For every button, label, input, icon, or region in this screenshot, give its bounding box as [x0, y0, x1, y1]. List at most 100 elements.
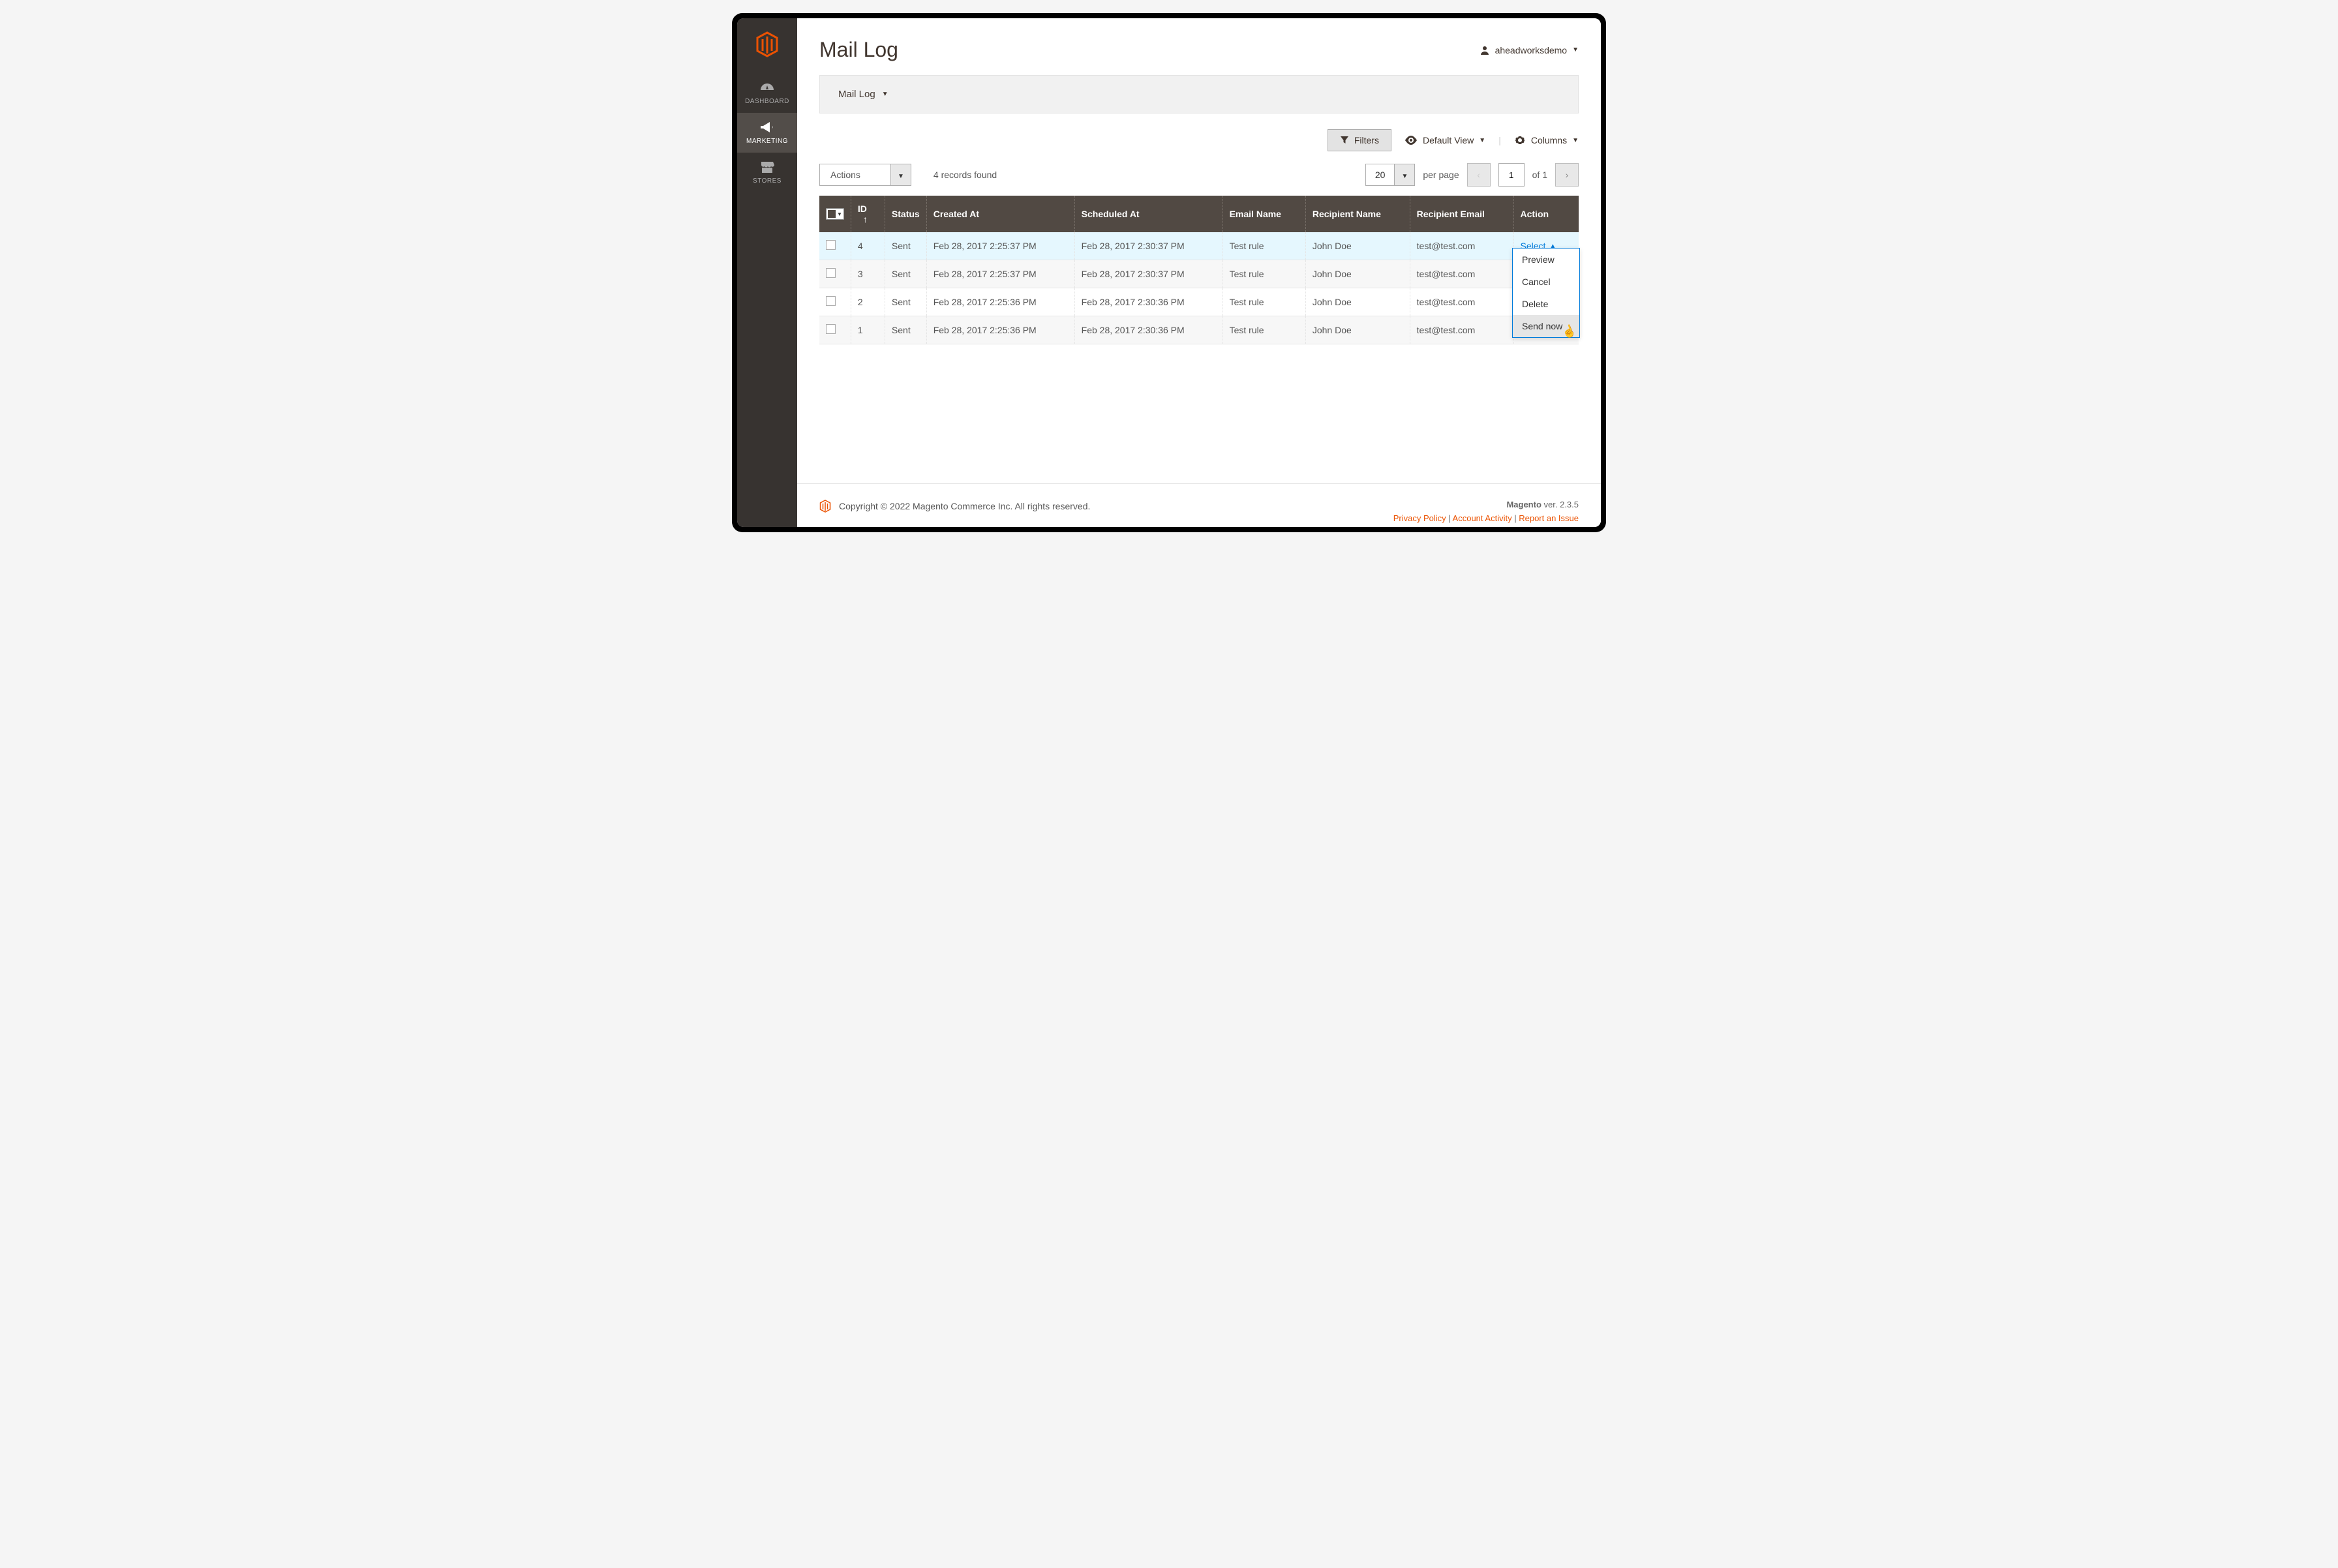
filters-button[interactable]: Filters — [1328, 129, 1391, 151]
prev-page-button[interactable]: ‹ — [1467, 163, 1491, 187]
cell-created-at: Feb 28, 2017 2:25:37 PM — [926, 232, 1074, 260]
cell-recipient-email: test@test.com — [1410, 232, 1513, 260]
sidebar-item-dashboard[interactable]: DASHBOARD — [737, 74, 797, 113]
table-row[interactable]: 1 Sent Feb 28, 2017 2:25:36 PM Feb 28, 2… — [819, 316, 1579, 344]
action-cancel[interactable]: Cancel — [1513, 271, 1579, 293]
sidebar-item-label: STORES — [753, 177, 782, 185]
caret-down-icon: ▼ — [1572, 46, 1579, 53]
footer: Copyright © 2022 Magento Commerce Inc. A… — [797, 483, 1601, 527]
page-input[interactable] — [1498, 163, 1525, 187]
caret-down-icon: ▼ — [1401, 173, 1408, 180]
mail-log-table: ▼ ID ↑ Status Created At Scheduled At Em… — [819, 196, 1579, 344]
report-issue-link[interactable]: Report an Issue — [1519, 513, 1579, 523]
page-title: Mail Log — [819, 38, 898, 62]
per-page-label: per page — [1423, 170, 1459, 180]
scope-bar: Mail Log ▼ — [819, 75, 1579, 113]
actions-toggle[interactable]: ▼ — [891, 164, 911, 186]
columns-button[interactable]: Columns ▼ — [1514, 130, 1579, 150]
row-checkbox[interactable] — [826, 240, 836, 250]
action-delete[interactable]: Delete — [1513, 293, 1579, 315]
action-preview[interactable]: Preview — [1513, 249, 1579, 271]
col-header-id[interactable]: ID ↑ — [851, 196, 885, 232]
columns-label: Columns — [1531, 135, 1567, 145]
row-checkbox[interactable] — [826, 324, 836, 334]
cell-email-name: Test rule — [1222, 232, 1305, 260]
funnel-icon — [1340, 136, 1349, 145]
cell-recipient-email: test@test.com — [1410, 316, 1513, 344]
col-header-recipient-name[interactable]: Recipient Name — [1305, 196, 1410, 232]
cell-id: 2 — [851, 288, 885, 316]
sidebar-item-label: DASHBOARD — [745, 98, 789, 105]
caret-down-icon: ▼ — [837, 211, 842, 217]
records-found: 4 records found — [934, 170, 997, 180]
footer-brand: Magento — [1506, 500, 1541, 509]
table-row[interactable]: 4 Sent Feb 28, 2017 2:25:37 PM Feb 28, 2… — [819, 232, 1579, 260]
cell-id: 3 — [851, 260, 885, 288]
col-header-email-name[interactable]: Email Name — [1222, 196, 1305, 232]
chevron-right-icon: › — [1566, 170, 1569, 180]
stores-icon — [737, 160, 797, 173]
cell-email-name: Test rule — [1222, 316, 1305, 344]
cell-id: 1 — [851, 316, 885, 344]
caret-down-icon: ▼ — [1479, 137, 1485, 144]
main-content: Mail Log aheadworksdemo ▼ Mail Log ▼ — [797, 18, 1601, 527]
col-header-status[interactable]: Status — [885, 196, 926, 232]
default-view-button[interactable]: Default View ▼ — [1404, 131, 1485, 149]
row-checkbox[interactable] — [826, 268, 836, 278]
table-row[interactable]: 2 Sent Feb 28, 2017 2:25:36 PM Feb 28, 2… — [819, 288, 1579, 316]
scope-switcher[interactable]: Mail Log ▼ — [838, 89, 888, 100]
cell-scheduled-at: Feb 28, 2017 2:30:37 PM — [1074, 232, 1222, 260]
sidebar-item-marketing[interactable]: MARKETING — [737, 113, 797, 153]
col-header-action[interactable]: Action — [1513, 196, 1579, 232]
caret-down-icon: ▼ — [898, 173, 904, 180]
caret-down-icon: ▼ — [882, 91, 888, 98]
col-header-recipient-email[interactable]: Recipient Email — [1410, 196, 1513, 232]
cell-recipient-name: John Doe — [1305, 260, 1410, 288]
cell-recipient-name: John Doe — [1305, 316, 1410, 344]
per-page-toggle[interactable]: ▼ — [1395, 164, 1415, 186]
cell-scheduled-at: Feb 28, 2017 2:30:37 PM — [1074, 260, 1222, 288]
cell-scheduled-at: Feb 28, 2017 2:30:36 PM — [1074, 288, 1222, 316]
user-name: aheadworksdemo — [1495, 45, 1568, 55]
cell-email-name: Test rule — [1222, 288, 1305, 316]
cell-status: Sent — [885, 260, 926, 288]
sidebar-item-stores[interactable]: STORES — [737, 153, 797, 192]
per-page-value: 20 — [1365, 164, 1395, 186]
cell-email-name: Test rule — [1222, 260, 1305, 288]
magento-logo-icon — [753, 30, 782, 59]
footer-version: ver. 2.3.5 — [1541, 500, 1579, 509]
action-send-now[interactable]: Send now — [1513, 315, 1579, 337]
row-action-menu: Preview Cancel Delete Send now — [1512, 248, 1580, 338]
cell-created-at: Feb 28, 2017 2:25:36 PM — [926, 316, 1074, 344]
megaphone-icon — [737, 121, 797, 134]
sidebar-item-label: MARKETING — [746, 138, 788, 145]
default-view-label: Default View — [1423, 135, 1474, 145]
next-page-button[interactable]: › — [1555, 163, 1579, 187]
gear-icon — [1514, 134, 1526, 146]
cell-recipient-name: John Doe — [1305, 288, 1410, 316]
table-row[interactable]: 3 Sent Feb 28, 2017 2:25:37 PM Feb 28, 2… — [819, 260, 1579, 288]
col-header-scheduled-at[interactable]: Scheduled At — [1074, 196, 1222, 232]
select-all-checkbox[interactable]: ▼ — [826, 208, 844, 220]
cell-recipient-email: test@test.com — [1410, 260, 1513, 288]
account-activity-link[interactable]: Account Activity — [1453, 513, 1512, 523]
cell-created-at: Feb 28, 2017 2:25:36 PM — [926, 288, 1074, 316]
row-checkbox[interactable] — [826, 296, 836, 306]
col-header-checkbox[interactable]: ▼ — [819, 196, 851, 232]
actions-dropdown[interactable]: Actions ▼ — [819, 164, 911, 186]
sidebar: DASHBOARD MARKETING STORES — [737, 18, 797, 527]
cell-recipient-name: John Doe — [1305, 232, 1410, 260]
cell-scheduled-at: Feb 28, 2017 2:30:36 PM — [1074, 316, 1222, 344]
magento-logo-icon — [819, 500, 831, 513]
cell-status: Sent — [885, 288, 926, 316]
cell-status: Sent — [885, 232, 926, 260]
user-menu[interactable]: aheadworksdemo ▼ — [1480, 45, 1579, 55]
caret-down-icon: ▼ — [1572, 137, 1579, 144]
divider: | — [1498, 135, 1501, 145]
page-of-label: of 1 — [1532, 170, 1547, 180]
col-header-created-at[interactable]: Created At — [926, 196, 1074, 232]
copyright-text: Copyright © 2022 Magento Commerce Inc. A… — [839, 501, 1090, 511]
sort-asc-icon: ↑ — [863, 214, 868, 224]
dashboard-icon — [737, 82, 797, 94]
privacy-policy-link[interactable]: Privacy Policy — [1393, 513, 1446, 523]
